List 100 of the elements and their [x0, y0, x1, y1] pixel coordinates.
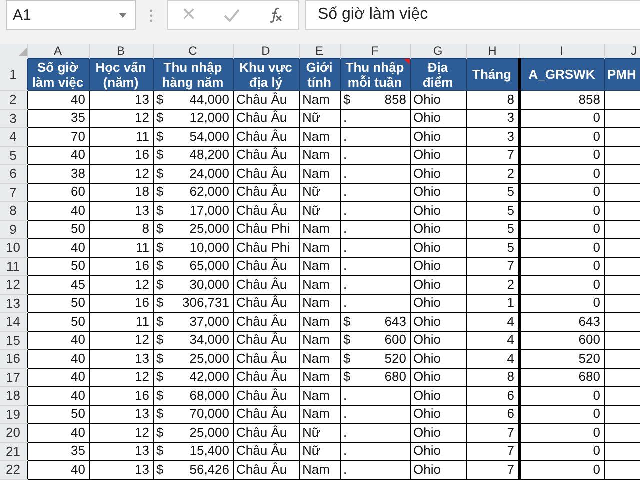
row-header[interactable]: 5	[0, 146, 27, 164]
table-cell: Nam	[299, 220, 340, 238]
table-cell: 50	[27, 220, 89, 238]
table-cell: .	[340, 257, 410, 276]
table-cell: 12	[89, 424, 153, 442]
row-header[interactable]: 9	[0, 220, 27, 238]
column-header[interactable]: F	[340, 44, 410, 58]
table-cell: Ohio	[410, 331, 466, 350]
table-cell: 0	[519, 220, 604, 238]
row-header[interactable]: 16	[0, 350, 27, 368]
row-header[interactable]: 18	[0, 386, 27, 405]
row-header[interactable]: 1	[0, 58, 27, 90]
table-cell: Châu Phi	[233, 238, 299, 257]
header-cell: Thu nhập hàng năm	[153, 58, 233, 90]
table-cell: 0	[519, 128, 604, 146]
table-cell: 0	[519, 276, 604, 294]
row-header[interactable]: 19	[0, 405, 27, 424]
column-header[interactable]: A	[27, 44, 89, 58]
table-cell: 13	[89, 460, 153, 479]
table-cell: .	[340, 146, 410, 164]
table-cell: 8	[89, 220, 153, 238]
table-cell: Nữ	[299, 202, 340, 220]
table-cell: 600	[519, 331, 604, 350]
row-header[interactable]: 4	[0, 128, 27, 146]
row-header[interactable]: 21	[0, 442, 27, 460]
column-header[interactable]: B	[89, 44, 153, 58]
table-cell: Ohio	[410, 350, 466, 368]
table-cell: Ohio	[410, 164, 466, 183]
table-cell: 5	[466, 238, 519, 257]
table-cell: 40	[27, 460, 89, 479]
table-cell: $ 70,000	[153, 405, 233, 424]
row-header[interactable]: 15	[0, 331, 27, 350]
header-cell: Khu vực địa lý	[233, 58, 299, 90]
row-header[interactable]: 17	[0, 368, 27, 386]
column-header[interactable]: G	[410, 44, 466, 58]
table-cell: 4	[466, 350, 519, 368]
table-cell: Ohio	[410, 202, 466, 220]
table-cell: Ohio	[410, 424, 466, 442]
table-cell: Nam	[299, 90, 340, 109]
table-cell: $ 42,000	[153, 368, 233, 386]
table-cell: .	[340, 294, 410, 312]
column-header[interactable]: J	[604, 44, 640, 58]
column-header[interactable]: D	[233, 44, 299, 58]
table-cell: 38	[27, 164, 89, 183]
table-cell: 858	[519, 90, 604, 109]
table-cell: Nữ	[299, 183, 340, 202]
header-cell: Địa điểm	[410, 58, 466, 90]
table-cell: Châu Âu	[233, 368, 299, 386]
table-cell: 12	[89, 164, 153, 183]
formula-field[interactable]: Số giờ làm việc	[305, 0, 640, 30]
table-cell: .	[340, 164, 410, 183]
table-cell: $ 68,000	[153, 386, 233, 405]
table-cell: Châu Âu	[233, 405, 299, 424]
table-cell: 0	[519, 294, 604, 312]
table-cell: 2	[466, 164, 519, 183]
table-cell: 40	[27, 331, 89, 350]
column-header[interactable]: C	[153, 44, 233, 58]
row-header[interactable]: 7	[0, 183, 27, 202]
row-header[interactable]: 20	[0, 424, 27, 442]
table-cell: Châu Âu	[233, 386, 299, 405]
row-header[interactable]: 12	[0, 276, 27, 294]
column-header[interactable]: I	[519, 44, 604, 58]
table-cell: Nam	[299, 238, 340, 257]
table-cell: $ 30,000	[153, 276, 233, 294]
table-cell: 2	[466, 276, 519, 294]
table-cell: Nam	[299, 164, 340, 183]
table-cell: Ohio	[410, 405, 466, 424]
row-header[interactable]: 10	[0, 238, 27, 257]
row-header[interactable]: 22	[0, 460, 27, 479]
name-box[interactable]: A1	[6, 0, 136, 30]
header-cell: Học vấn (năm)	[89, 58, 153, 90]
table-cell: Ohio	[410, 368, 466, 386]
table-cell: 40	[27, 238, 89, 257]
row-header[interactable]: 2	[0, 90, 27, 109]
table-cell: Châu Âu	[233, 331, 299, 350]
header-cell: PMH	[604, 58, 640, 90]
table-cell: Châu Âu	[233, 276, 299, 294]
row-header[interactable]: 6	[0, 164, 27, 183]
table-cell: Châu Âu	[233, 202, 299, 220]
table-cell: 16	[89, 146, 153, 164]
function-icon[interactable]	[268, 7, 284, 23]
row-header[interactable]: 13	[0, 294, 27, 312]
table-cell: Nam	[299, 257, 340, 276]
table-cell: $ 306,731	[153, 294, 233, 312]
column-header[interactable]: H	[466, 44, 519, 58]
table-cell: 13	[89, 90, 153, 109]
table-cell: Nữ	[299, 442, 340, 460]
table-cell: 11	[89, 128, 153, 146]
row-header[interactable]: 14	[0, 312, 27, 331]
table-cell: $ 48,200	[153, 146, 233, 164]
row-header[interactable]: 3	[0, 109, 27, 128]
row-header[interactable]: 8	[0, 202, 27, 220]
column-header[interactable]: E	[299, 44, 340, 58]
table-cell: 0	[519, 238, 604, 257]
table-cell: Châu Âu	[233, 90, 299, 109]
table-cell: 3	[466, 128, 519, 146]
table-cell: $ 54,000	[153, 128, 233, 146]
select-all-icon[interactable]	[18, 48, 26, 56]
check-icon[interactable]	[224, 8, 240, 22]
row-header[interactable]: 11	[0, 257, 27, 276]
